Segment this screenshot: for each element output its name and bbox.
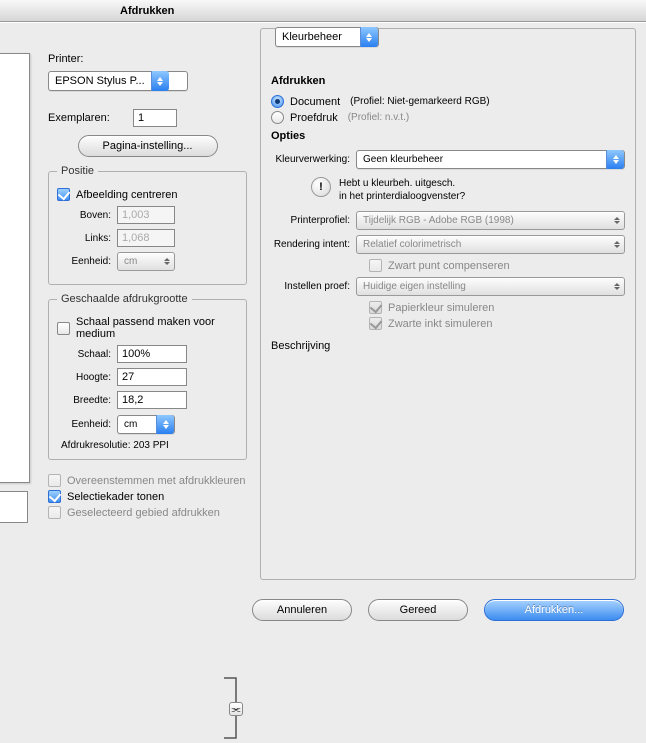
printer-profile-select: Tijdelijk RGB - Adobe RGB (1998) <box>356 211 625 230</box>
position-legend: Positie <box>57 165 98 177</box>
preview-thumb <box>0 491 28 523</box>
options-title: Opties <box>271 130 625 142</box>
center-image-label: Afbeelding centreren <box>76 189 178 201</box>
show-bbox-checkbox[interactable] <box>48 490 61 503</box>
print-selection-checkbox <box>48 506 61 519</box>
proof-setup-label: Instellen proef: <box>271 281 356 292</box>
match-colors-label: Overeenstemmen met afdrukkleuren <box>67 475 246 487</box>
scale-input[interactable] <box>117 345 187 363</box>
warning-text: Hebt u kleurbeh. uitgesch. in het printe… <box>339 177 465 203</box>
print-selection-label: Geselecteerd gebied afdrukken <box>67 507 220 519</box>
panel-tab-select[interactable]: Kleurbeheer <box>275 27 379 47</box>
scaled-unit-select[interactable]: cm <box>117 415 175 434</box>
copies-label: Exemplaren: <box>48 112 133 124</box>
show-bbox-label: Selectiekader tonen <box>67 491 164 503</box>
printer-value: EPSON Stylus P... <box>55 75 151 87</box>
preview-page <box>0 53 30 483</box>
color-handling-label: Kleurverwerking: <box>271 154 356 165</box>
scale-label: Schaal: <box>57 349 117 360</box>
top-input <box>117 206 175 224</box>
width-label: Breedte: <box>57 395 117 406</box>
height-input[interactable] <box>117 368 187 386</box>
page-preview <box>0 53 30 590</box>
dropdown-icon <box>606 150 624 169</box>
dialog-button-bar: Annuleren Gereed Afdrukken... <box>0 591 646 629</box>
blackpoint-checkbox <box>369 259 382 272</box>
document-radio[interactable] <box>271 95 284 108</box>
proof-setup-select: Huidige eigen instelling <box>356 277 625 296</box>
link-constrain-toggle[interactable]: ⫘ <box>229 702 243 716</box>
pos-unit-select: cm <box>117 252 175 271</box>
dropdown-icon <box>360 27 378 47</box>
document-profile: (Profiel: Niet-gemarkeerd RGB) <box>350 96 489 107</box>
copies-input[interactable] <box>133 109 177 127</box>
printer-profile-label: Printerprofiel: <box>271 215 356 226</box>
proof-label: Proefdruk <box>290 112 338 124</box>
scaled-group: Geschaalde afdrukgrootte Schaal passend … <box>48 293 247 460</box>
simulate-paper-checkbox <box>369 301 382 314</box>
scaled-legend: Geschaalde afdrukgrootte <box>57 293 192 305</box>
warning-icon: ! <box>311 177 331 197</box>
dropdown-icon <box>151 71 169 91</box>
center-image-checkbox[interactable] <box>57 188 70 201</box>
fit-media-checkbox[interactable] <box>57 322 70 335</box>
done-button[interactable]: Gereed <box>368 599 468 621</box>
top-label: Boven: <box>57 210 117 221</box>
page-setup-button[interactable]: Pagina-instelling... <box>78 135 218 157</box>
simulate-black-checkbox <box>369 317 382 330</box>
printer-select[interactable]: EPSON Stylus P... <box>48 71 188 91</box>
left-label: Links: <box>57 233 117 244</box>
print-button[interactable]: Afdrukken... <box>484 599 624 621</box>
dropdown-icon <box>156 415 174 434</box>
proof-profile: (Profiel: n.v.t.) <box>348 112 410 123</box>
blackpoint-label: Zwart punt compenseren <box>388 260 510 272</box>
document-label: Document <box>290 96 340 108</box>
match-colors-checkbox <box>48 474 61 487</box>
window-title: Afdrukken <box>120 5 174 17</box>
scaled-unit-label: Eenheid: <box>57 419 117 430</box>
window-titlebar: Afdrukken <box>0 0 646 22</box>
height-label: Hoogte: <box>57 372 117 383</box>
color-management-panel: Kleurbeheer Afdrukken Document (Profiel:… <box>260 28 636 580</box>
proof-radio[interactable] <box>271 111 284 124</box>
rendering-select: Relatief colorimetrisch <box>356 235 625 254</box>
printer-label: Printer: <box>48 53 133 65</box>
description-title: Beschrijving <box>271 340 625 352</box>
pos-unit-label: Eenheid: <box>57 256 117 267</box>
width-input[interactable] <box>117 391 187 409</box>
position-group: Positie Afbeelding centreren Boven: Link… <box>48 165 247 285</box>
color-handling-select[interactable]: Geen kleurbeheer <box>356 150 625 169</box>
fit-media-label: Schaal passend maken voor medium <box>76 316 238 340</box>
simulate-paper-label: Papierkleur simuleren <box>388 302 494 314</box>
simulate-black-label: Zwarte inkt simuleren <box>388 318 493 330</box>
print-section-title: Afdrukken <box>271 75 625 87</box>
rendering-label: Rendering intent: <box>271 239 356 250</box>
resolution-text: Afdrukresolutie: 203 PPI <box>61 440 238 451</box>
cancel-button[interactable]: Annuleren <box>252 599 352 621</box>
left-input <box>117 229 175 247</box>
